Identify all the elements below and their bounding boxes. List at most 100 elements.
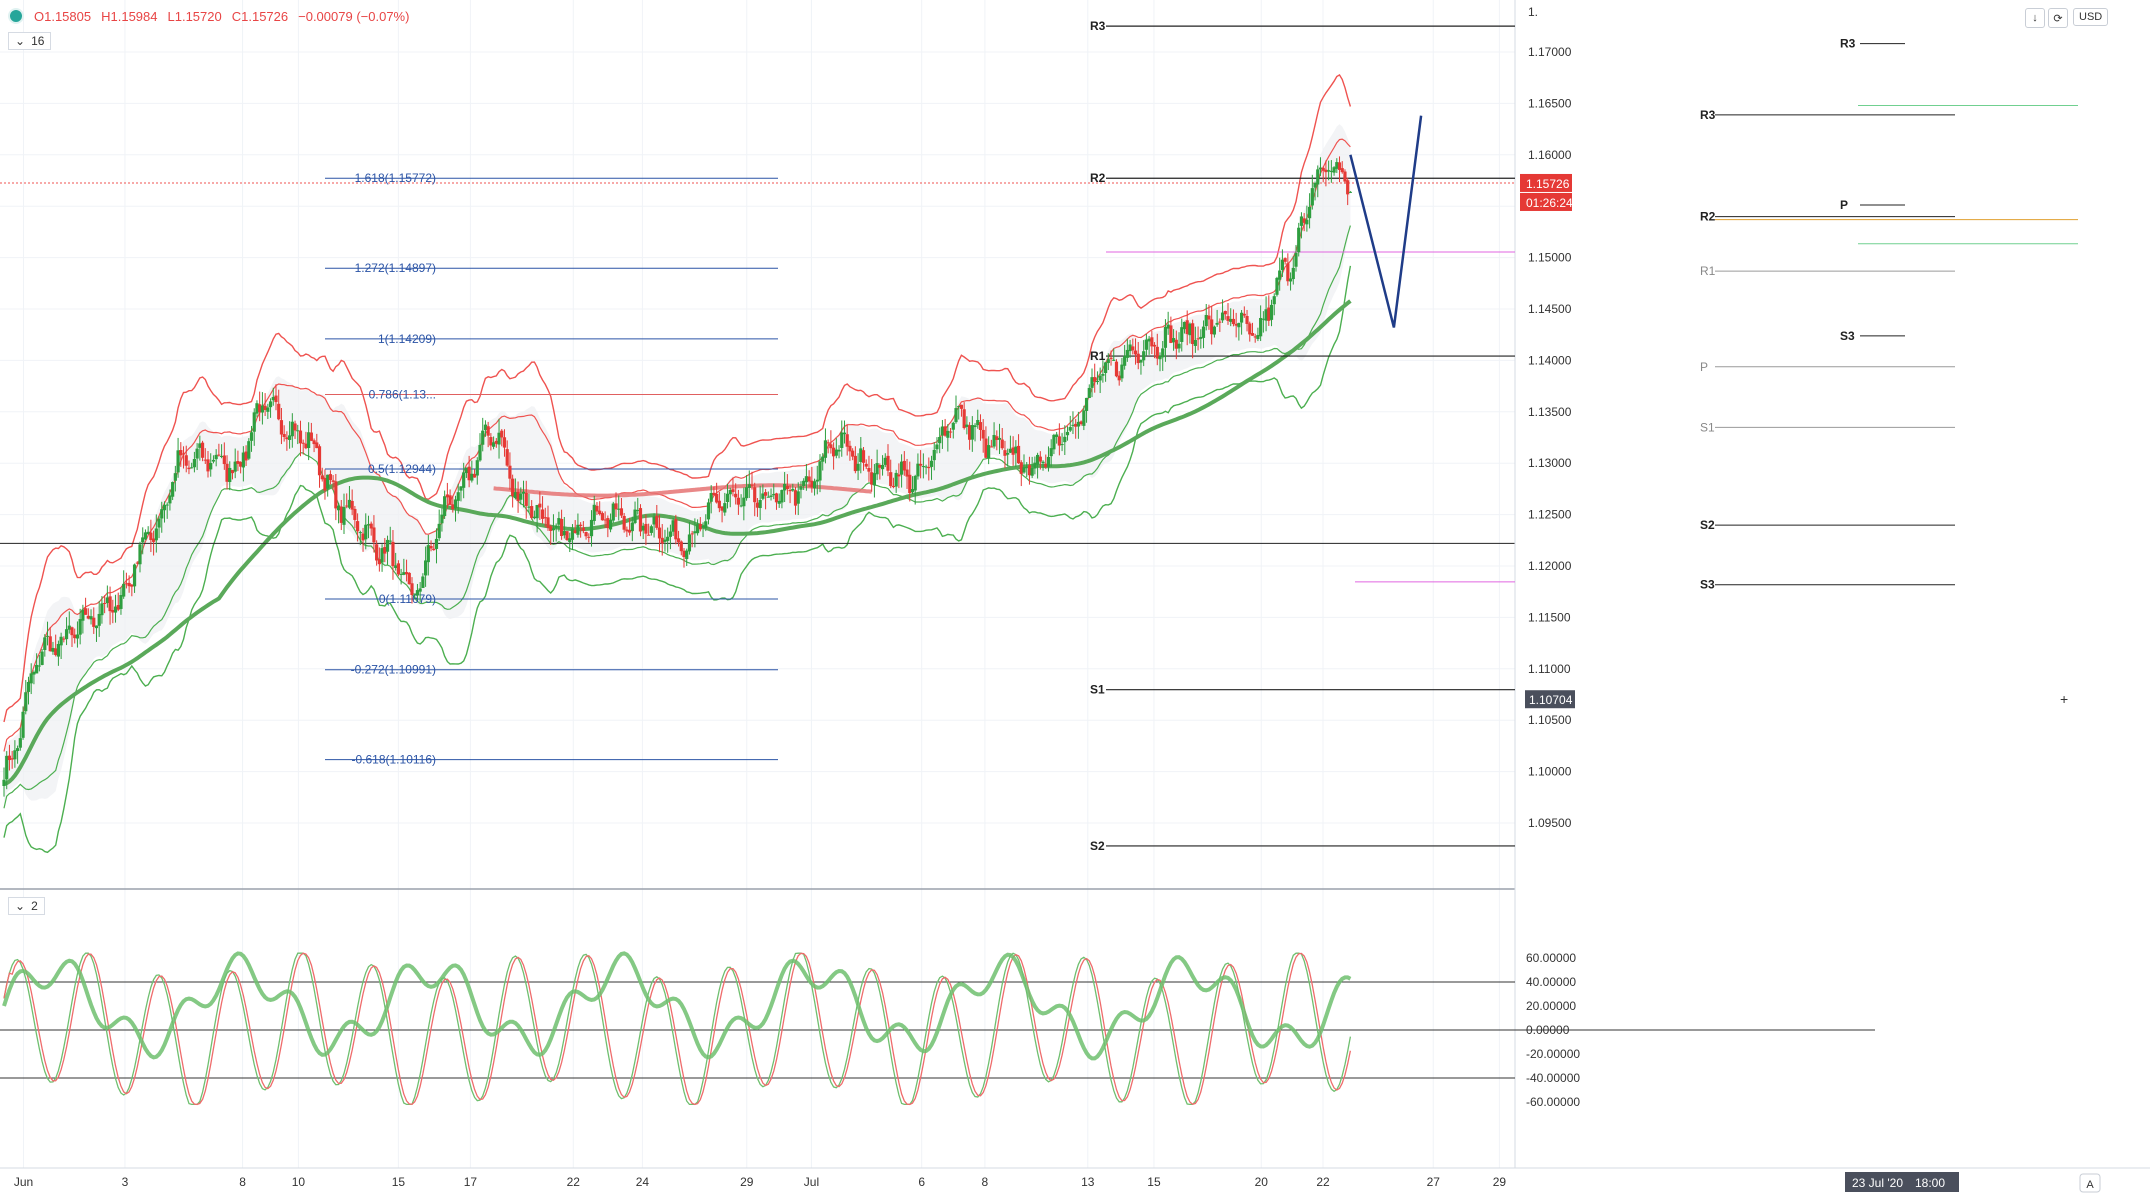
candle-body [959, 404, 964, 409]
candle-body [970, 425, 974, 440]
candle-body [211, 459, 216, 462]
candle-body [190, 467, 194, 469]
indicator-toggle[interactable]: ⌄ 16 [8, 32, 52, 50]
currency-button[interactable]: USD [2073, 8, 2109, 26]
projected-scenario-line [1349, 115, 1423, 328]
price-axis-label: 1.16500 [1528, 96, 1572, 110]
candle-body [5, 755, 9, 780]
candle-body [1052, 434, 1056, 450]
candle-body [1109, 357, 1113, 359]
candle-body [584, 532, 588, 537]
fib-level-label: -0.618(1.10116) [351, 753, 436, 767]
candle-body [1223, 311, 1227, 315]
candle-body [902, 460, 906, 471]
chart-canvas[interactable]: 1.618(1.15772) 1.272(1.14897) 1(1.14209) 0.… [0, 0, 2150, 1197]
candle-body [162, 504, 167, 511]
candle-body [328, 474, 332, 480]
candle-body [1207, 315, 1211, 320]
candle-body [1063, 436, 1067, 443]
candle-body [799, 486, 803, 490]
candle-body [845, 434, 849, 447]
price-axis-label: 1.13500 [1528, 405, 1572, 419]
weekly-pivot-label: S3 [1700, 578, 1715, 592]
candle-body [1291, 267, 1295, 280]
candle-body [78, 619, 82, 635]
candle-body [266, 407, 270, 412]
candle-body [608, 519, 613, 530]
candle-body [932, 449, 936, 461]
candle-body [649, 526, 653, 533]
crosshair-price-label: 1.10704 [1529, 693, 1573, 707]
fib-level-label: 1(1.14209) [378, 332, 436, 346]
candle-body [1348, 191, 1352, 193]
candle-body [1082, 410, 1086, 426]
candle-body [1250, 333, 1255, 336]
crosshair-plus-icon: + [2060, 691, 2068, 707]
price-axis-label: 1.12000 [1528, 559, 1572, 573]
candle-body [462, 472, 466, 488]
candle-body [410, 583, 414, 596]
candle-body [353, 508, 357, 520]
candle-body [1003, 450, 1007, 456]
candle-body [867, 467, 871, 472]
candle-body [1269, 304, 1274, 320]
candle-body [769, 495, 773, 497]
candle-body [600, 513, 604, 521]
time-axis-label: 17 [464, 1175, 478, 1189]
oscillator-toggle[interactable]: ⌄ 2 [8, 897, 45, 915]
candle-body [1346, 180, 1350, 195]
candle-body [622, 515, 626, 530]
candle-body [633, 509, 637, 524]
candle-body [1218, 321, 1222, 323]
candle-body [589, 519, 594, 537]
price-axis-label: 1.14500 [1528, 302, 1572, 316]
candle-body [1305, 219, 1309, 225]
monthly-pivot-label: R3 [1090, 19, 1106, 33]
indicator-count: 16 [31, 34, 45, 48]
candle-body [978, 422, 983, 430]
candle-body [1006, 453, 1010, 455]
countdown-label: 01:26:24 [1526, 196, 1573, 210]
candle-body [1125, 349, 1129, 358]
candle-body [744, 487, 749, 499]
arrow-down-icon: ↓ [2032, 12, 2038, 24]
candle-body [554, 526, 558, 528]
oscillator-axis-label: -40.00000 [1526, 1071, 1580, 1085]
candle-body [1152, 344, 1157, 347]
candle-body [100, 603, 104, 616]
candle-body [59, 636, 63, 646]
candle-body [913, 475, 917, 491]
candle-body [16, 748, 20, 752]
candle-body [92, 617, 96, 627]
candle-body [309, 432, 313, 441]
candle-body [826, 442, 830, 444]
candle-body [301, 442, 305, 444]
candle-body [18, 738, 22, 748]
candle-body [725, 493, 730, 503]
candle-body [1310, 188, 1314, 206]
candle-body [1161, 348, 1165, 358]
fib-level-label: 0.786(1.13... [369, 388, 436, 402]
candle-body [1046, 456, 1051, 467]
candle-body [570, 528, 575, 540]
candle-body [758, 500, 762, 509]
candle-body [736, 497, 740, 505]
candle-body [282, 434, 286, 438]
refresh-button[interactable]: ⟳ [2048, 8, 2068, 28]
candle-body [685, 550, 689, 560]
candle-body [1131, 346, 1135, 351]
candle-body [856, 463, 860, 471]
candle-body [122, 583, 126, 597]
candle-body [880, 464, 885, 470]
candle-body [1272, 296, 1276, 305]
candle-body [24, 692, 28, 712]
time-axis-label: 20 [1255, 1175, 1269, 1189]
download-button[interactable]: ↓ [2025, 8, 2045, 28]
candle-body [421, 576, 425, 588]
candle-body [1177, 343, 1181, 349]
close-value: C1.15726 [231, 8, 289, 24]
candle-body [157, 518, 161, 528]
candle-body [927, 466, 931, 469]
candle-body [1027, 465, 1032, 476]
monthly-pivot-label: R2 [1090, 171, 1106, 185]
